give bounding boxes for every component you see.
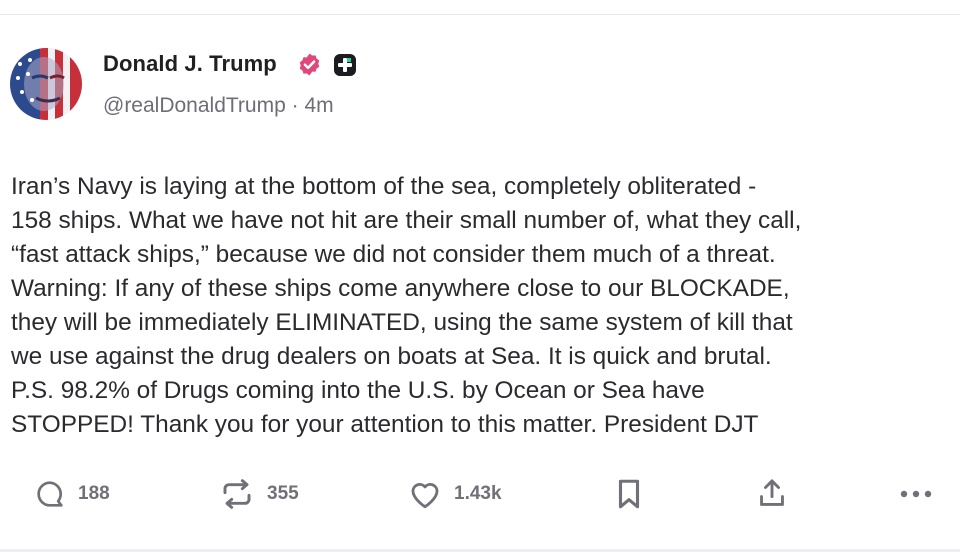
share-icon [760, 479, 784, 506]
bookmark-button[interactable] [614, 476, 644, 512]
bookmark-icon [618, 479, 640, 509]
repost-count: 355 [267, 483, 299, 504]
avatar[interactable] [10, 48, 82, 120]
post-text-line: “fast attack ships,” because we did not … [11, 241, 776, 268]
post-text-line: P.S. 98.2% of Drugs coming into the U.S.… [11, 377, 705, 404]
reply-icon [37, 481, 63, 507]
heart-icon [411, 483, 439, 509]
post-body: Iran’s Navy is laying at the bottom of t… [11, 170, 951, 442]
post-timestamp[interactable]: 4m [304, 94, 333, 117]
top-divider [0, 14, 960, 15]
author-handle-line: @realDonaldTrump · 4m [103, 94, 334, 118]
share-button[interactable] [756, 476, 788, 512]
reply-button[interactable]: 188 [34, 476, 110, 512]
author-display-name[interactable]: Donald J. Trump [103, 51, 277, 77]
repost-button[interactable]: 355 [219, 476, 299, 512]
post-text-line: 158 ships. What we have not hit are thei… [11, 207, 802, 234]
like-button[interactable]: 1.43k [408, 476, 502, 512]
post-text-line: Iran’s Navy is laying at the bottom of t… [11, 173, 757, 200]
more-icon [900, 490, 932, 498]
post-text-line: Warning: If any of these ships come anyw… [11, 275, 790, 302]
meta-separator: · [291, 94, 299, 117]
plus-badge-icon [334, 54, 356, 76]
post-text-line: we use against the drug dealers on boats… [11, 343, 772, 370]
post-text-line: they will be immediately ELIMINATED, usi… [11, 309, 793, 336]
like-count: 1.43k [454, 483, 502, 504]
verified-badge-icon [299, 53, 320, 76]
author-handle[interactable]: @realDonaldTrump [103, 94, 286, 117]
repost-icon [223, 479, 251, 509]
post-text-line: STOPPED! Thank you for your attention to… [11, 411, 759, 438]
reply-count: 188 [78, 483, 110, 504]
more-button[interactable] [898, 476, 934, 512]
